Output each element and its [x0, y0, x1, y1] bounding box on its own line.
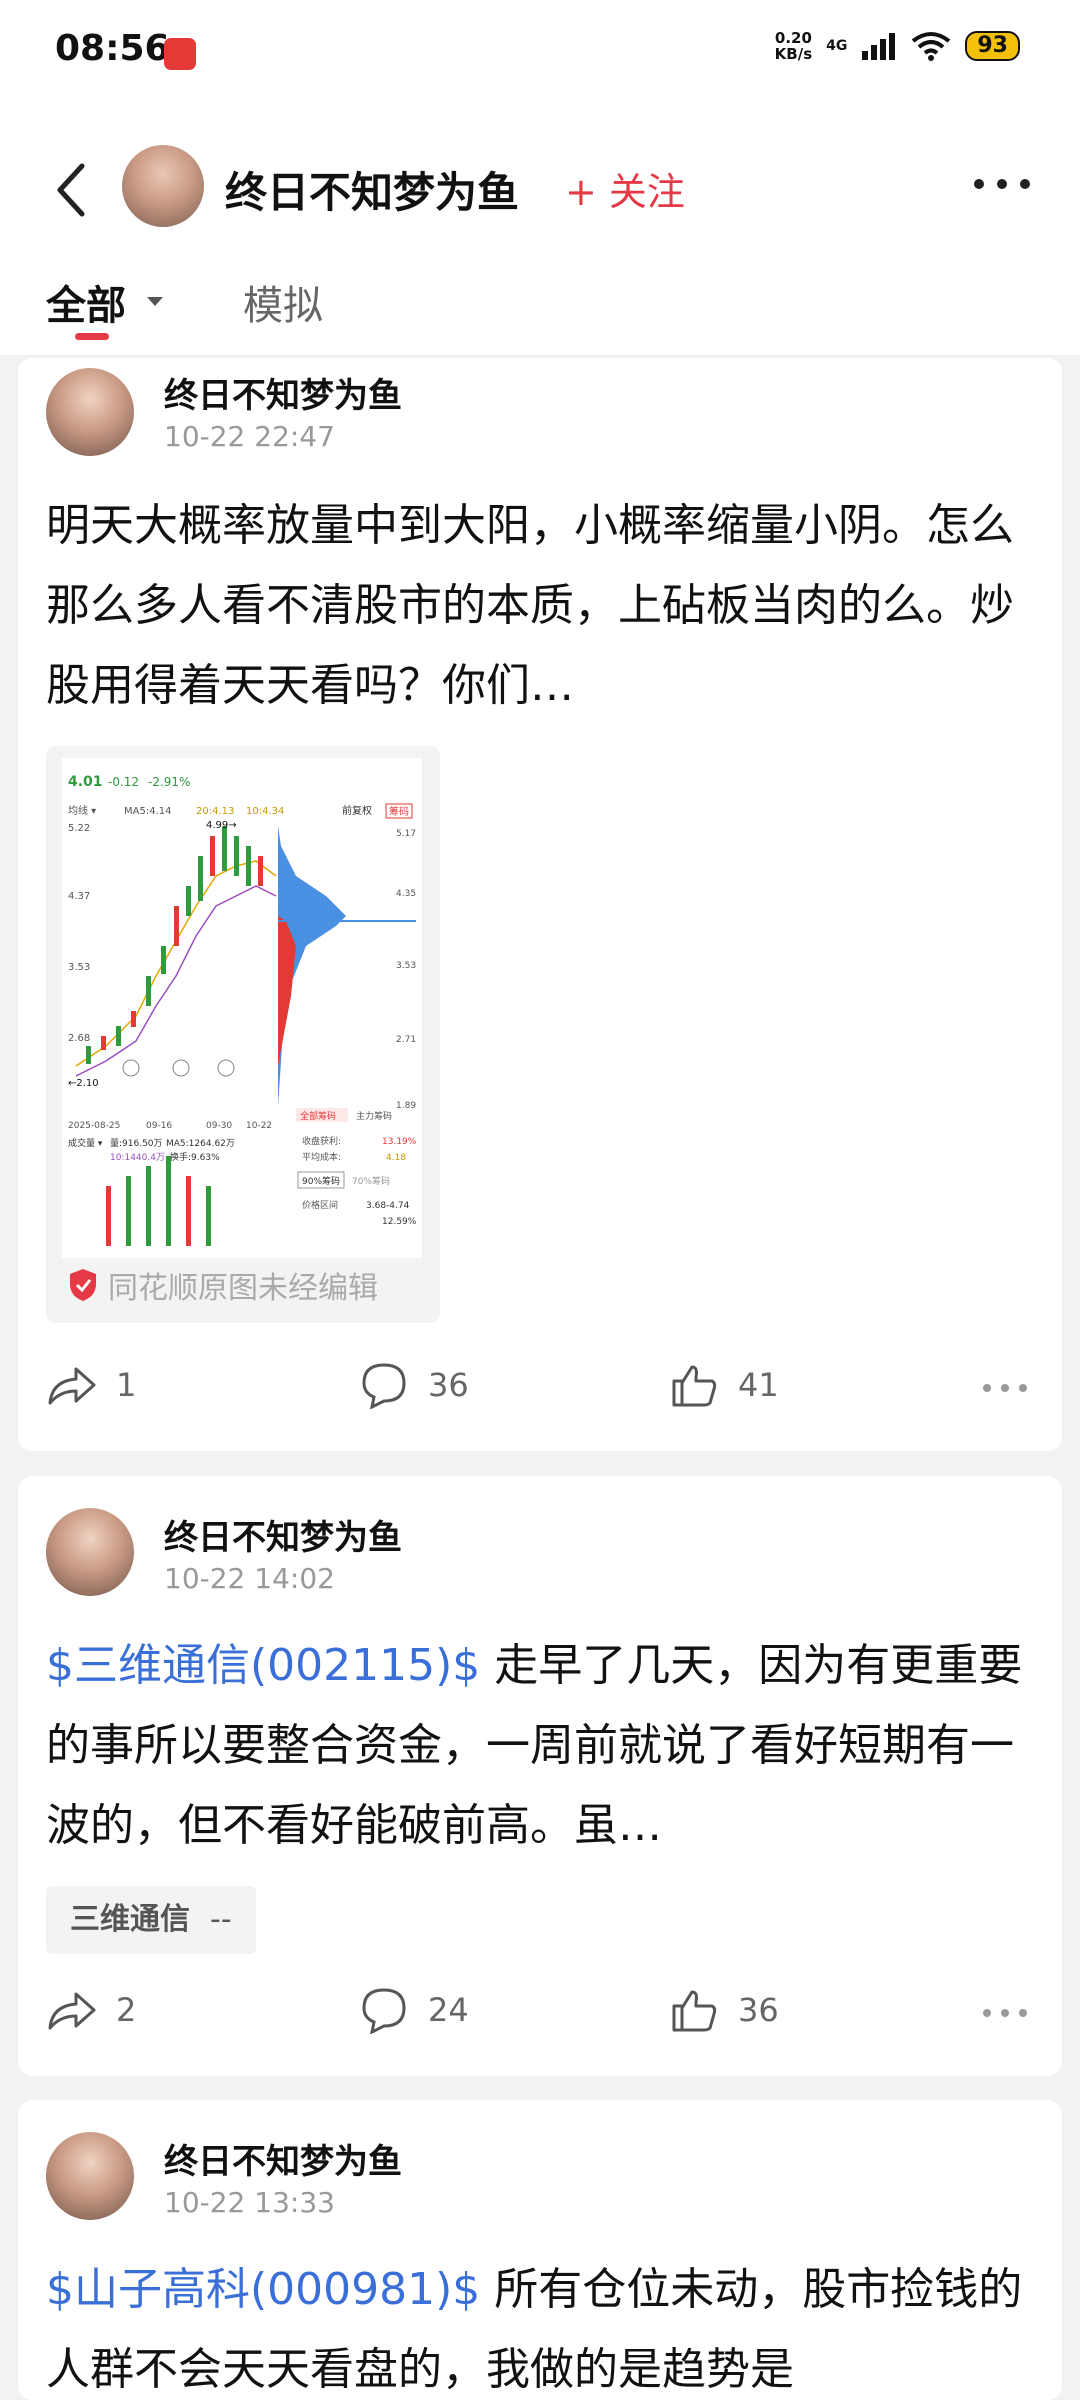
svg-text:20:4.13: 20:4.13 — [196, 806, 234, 817]
comment-icon — [362, 1988, 406, 2034]
more-icon[interactable] — [982, 1383, 1028, 1393]
like-button[interactable]: 36 — [668, 1986, 779, 2034]
share-icon — [48, 1367, 96, 1405]
svg-text:前复权: 前复权 — [342, 804, 372, 817]
svg-text:4.01: 4.01 — [68, 774, 103, 790]
wifi-icon — [912, 32, 951, 61]
svg-text:09-30: 09-30 — [206, 1121, 232, 1131]
tab-simulation[interactable]: 模拟 — [243, 273, 323, 331]
thumbs-up-icon — [672, 1990, 717, 2032]
battery-indicator: 93 — [965, 31, 1020, 61]
post-card[interactable]: 终日不知梦为鱼 10-22 14:02 $三维通信(002115)$ 走早了几天… — [18, 1476, 1062, 2076]
post-actions: 1 36 41 — [18, 1361, 1062, 1421]
svg-text:量:916.50万: 量:916.50万 — [110, 1138, 163, 1149]
svg-text:70%筹码: 70%筹码 — [352, 1175, 390, 1187]
svg-text:MA5:4.14: MA5:4.14 — [124, 806, 171, 817]
post-actions: 2 24 36 — [18, 1986, 1062, 2046]
status-right: 0.20 KB/s 4G 93 — [775, 30, 1020, 62]
svg-text:全部筹码: 全部筹码 — [300, 1110, 336, 1122]
profile-name: 终日不知梦为鱼 — [225, 168, 520, 217]
stock-chart-image: 4.01 -0.12 -2.91% 均线 ▾ MA5:4.14 20:4.13 … — [62, 758, 422, 1258]
stock-tag[interactable]: 三维通信 -- — [46, 1886, 256, 1954]
more-options-icon[interactable] — [972, 177, 1032, 191]
status-time: 08:56 — [55, 28, 170, 69]
post-text[interactable]: $三维通信(002115)$ 走早了几天，因为有更重要的事所以要整合资金，一周前… — [46, 1626, 1042, 1866]
comment-button[interactable]: 24 — [358, 1986, 469, 2034]
svg-text:-0.12: -0.12 — [108, 775, 139, 789]
svg-text:10-22: 10-22 — [246, 1121, 272, 1131]
svg-text:4.37: 4.37 — [68, 891, 90, 902]
svg-text:价格区间: 价格区间 — [302, 1199, 338, 1211]
like-button[interactable]: 41 — [668, 1361, 779, 1409]
tab-all[interactable]: 全部 — [46, 273, 126, 331]
svg-text:09-16: 09-16 — [146, 1121, 172, 1131]
network-type: 4G — [826, 38, 848, 54]
post-image[interactable]: 4.01 -0.12 -2.91% 均线 ▾ MA5:4.14 20:4.13 … — [46, 746, 440, 1323]
svg-text:成交量 ▾: 成交量 ▾ — [68, 1137, 103, 1149]
share-icon — [48, 1992, 96, 2030]
svg-text:3.53: 3.53 — [68, 962, 90, 973]
post-time: 10-22 14:02 — [164, 1562, 335, 1595]
svg-text:-2.91%: -2.91% — [148, 775, 190, 789]
tab-bar: 全部 模拟 — [0, 265, 1080, 356]
verified-shield-icon — [70, 1269, 96, 1301]
post-card[interactable]: 终日不知梦为鱼 10-22 13:33 $山子高科(000981)$ 所有仓位未… — [18, 2100, 1062, 2400]
svg-text:2.68: 2.68 — [68, 1033, 90, 1044]
svg-text:主力筹码: 主力筹码 — [356, 1110, 392, 1122]
svg-text:1.89: 1.89 — [396, 1101, 416, 1111]
share-button[interactable]: 2 — [46, 1986, 136, 2034]
svg-text:筹码: 筹码 — [389, 805, 409, 818]
svg-text:←2.10: ←2.10 — [68, 1078, 99, 1089]
thumbs-up-icon — [672, 1365, 717, 1407]
svg-text:换手:9.63%: 换手:9.63% — [170, 1151, 220, 1163]
post-time: 10-22 13:33 — [164, 2186, 335, 2219]
svg-text:4.35: 4.35 — [396, 889, 416, 899]
net-speed: 0.20 KB/s — [774, 29, 813, 63]
post-card[interactable]: 终日不知梦为鱼 10-22 22:47 明天大概率放量中到大阳，小概率缩量小阴。… — [18, 358, 1062, 1451]
app-notification-icon — [164, 38, 196, 70]
post-text[interactable]: $山子高科(000981)$ 所有仓位未动，股市捡钱的人群不会天天看盘的，我做的… — [46, 2250, 1042, 2400]
author-avatar[interactable] — [46, 2132, 134, 2220]
svg-text:2.71: 2.71 — [396, 1035, 416, 1045]
post-author[interactable]: 终日不知梦为鱼 — [164, 1510, 402, 1559]
author-avatar[interactable] — [46, 1508, 134, 1596]
svg-text:12.59%: 12.59% — [382, 1217, 417, 1227]
tab-active-indicator — [75, 333, 109, 340]
status-bar: 08:56 0.20 KB/s 4G 93 — [0, 0, 1080, 105]
author-avatar[interactable] — [46, 368, 134, 456]
more-icon[interactable] — [982, 2008, 1028, 2018]
svg-text:10:4.34: 10:4.34 — [246, 806, 284, 817]
svg-text:3.53: 3.53 — [396, 961, 416, 971]
top-bar: 终日不知梦为鱼 + 关注 — [0, 105, 1080, 265]
chevron-down-icon[interactable] — [147, 297, 163, 306]
svg-text:13.19%: 13.19% — [382, 1137, 417, 1147]
svg-text:平均成本:: 平均成本: — [302, 1151, 341, 1163]
post-author[interactable]: 终日不知梦为鱼 — [164, 2134, 402, 2183]
svg-text:5.17: 5.17 — [396, 829, 416, 839]
svg-text:10:1440.4万: 10:1440.4万 — [110, 1153, 165, 1163]
profile-avatar[interactable] — [122, 145, 204, 227]
svg-text:4.18: 4.18 — [386, 1153, 406, 1163]
svg-text:收盘获利:: 收盘获利: — [302, 1135, 341, 1147]
svg-text:4.99→: 4.99→ — [206, 820, 237, 831]
stock-link[interactable]: $山子高科(000981)$ — [46, 2264, 480, 2315]
back-arrow-icon[interactable] — [52, 160, 92, 220]
comment-button[interactable]: 36 — [358, 1361, 469, 1409]
svg-text:2025-08-25: 2025-08-25 — [68, 1121, 120, 1131]
post-time: 10-22 22:47 — [164, 420, 335, 453]
svg-text:5.22: 5.22 — [68, 823, 90, 834]
post-text[interactable]: 明天大概率放量中到大阳，小概率缩量小阴。怎么那么多人看不清股市的本质，上砧板当肉… — [46, 486, 1042, 726]
svg-text:3.68-4.74: 3.68-4.74 — [366, 1201, 410, 1211]
follow-button[interactable]: + 关注 — [565, 161, 685, 216]
image-source-note: 同花顺原图未经编辑 — [68, 1263, 378, 1307]
svg-text:均线 ▾: 均线 ▾ — [68, 804, 96, 817]
signal-icon — [862, 33, 896, 60]
post-author[interactable]: 终日不知梦为鱼 — [164, 368, 402, 417]
svg-text:90%筹码: 90%筹码 — [302, 1175, 340, 1187]
share-button[interactable]: 1 — [46, 1361, 136, 1409]
stock-link[interactable]: $三维通信(002115)$ — [46, 1640, 480, 1691]
svg-text:MA5:1264.62万: MA5:1264.62万 — [166, 1139, 235, 1149]
comment-icon — [362, 1363, 406, 1409]
